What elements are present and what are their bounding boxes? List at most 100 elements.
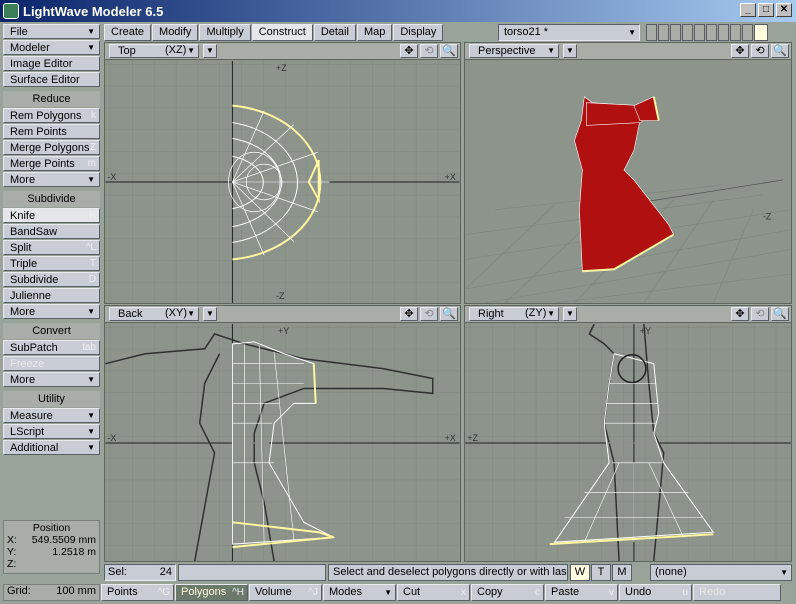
layer-button[interactable]	[742, 24, 753, 41]
move-view-icon[interactable]: ✥	[731, 307, 749, 321]
layer-button[interactable]	[658, 24, 669, 41]
texture-map-toggle[interactable]: T	[591, 564, 611, 581]
tab-detail[interactable]: Detail	[313, 24, 356, 41]
tool-tabs: Create Modify Multiply Construct Detail …	[104, 24, 444, 41]
merge-polygons-button[interactable]: Merge Polygons Z	[3, 140, 100, 155]
help-message: Select and deselect polygons directly or…	[328, 564, 568, 581]
merge-points-button[interactable]: Merge Points m	[3, 156, 100, 171]
viewport-right[interactable]: Right (ZY) ▼ ✥ ⟲ 🔍	[464, 305, 792, 562]
position-readout: Position X: 549.5509 mm Y: 1.2518 m Z:	[3, 520, 100, 574]
julienne-button[interactable]: Julienne	[3, 288, 100, 303]
tab-construct[interactable]: Construct	[251, 24, 313, 41]
viewport-axis: (XZ)	[165, 44, 187, 56]
copy-button[interactable]: Copy c	[471, 584, 544, 601]
move-view-icon[interactable]: ✥	[400, 307, 418, 321]
morph-map-toggle[interactable]: M	[612, 564, 632, 581]
split-button[interactable]: Split ^L	[3, 240, 100, 255]
tab-create[interactable]: Create	[104, 24, 152, 41]
rotate-view-icon[interactable]: ⟲	[751, 44, 769, 58]
cut-button[interactable]: Cut x	[397, 584, 470, 601]
tab-map[interactable]: Map	[356, 24, 393, 41]
zoom-view-icon[interactable]: 🔍	[440, 307, 458, 321]
vertex-map-select[interactable]: (none)	[650, 564, 792, 581]
viewport-options-menu[interactable]: ▼	[203, 44, 217, 58]
knife-button[interactable]: Knife K	[3, 208, 100, 223]
layer-button[interactable]	[646, 24, 657, 41]
layer-button[interactable]	[670, 24, 681, 41]
file-menu[interactable]: File	[3, 24, 100, 39]
rem-points-button[interactable]: Rem Points	[3, 124, 100, 139]
move-view-icon[interactable]: ✥	[731, 44, 749, 58]
title-bar: LightWave Modeler 6.5 _ □ ✕	[0, 0, 796, 22]
polygons-mode-button[interactable]: Polygons ^H	[175, 584, 248, 601]
weight-map-toggle[interactable]: W	[570, 564, 590, 581]
modes-menu[interactable]: Modes	[323, 584, 396, 601]
position-x: 549.5509 mm	[31, 534, 96, 546]
viewport-top-canvas[interactable]: +Z -X +X -Z	[105, 61, 460, 303]
viewport-options-menu[interactable]: ▼	[563, 307, 577, 321]
viewport-back-canvas[interactable]: +Y -X +X	[105, 324, 460, 561]
layer-button[interactable]	[694, 24, 705, 41]
viewport-top[interactable]: Top (XZ) ▼ ✥ ⟲ 🔍	[104, 42, 461, 304]
group-header-subdivide: Subdivide	[3, 191, 100, 207]
layer-button[interactable]	[682, 24, 693, 41]
image-editor-button[interactable]: Image Editor	[3, 56, 100, 71]
paste-button[interactable]: Paste v	[545, 584, 618, 601]
triple-button[interactable]: Triple T	[3, 256, 100, 271]
surface-editor-button[interactable]: Surface Editor	[3, 72, 100, 87]
viewport-perspective-canvas[interactable]: -Z	[465, 61, 791, 303]
points-mode-button[interactable]: Points ^G	[101, 584, 174, 601]
maximize-button[interactable]: □	[758, 3, 774, 17]
zoom-view-icon[interactable]: 🔍	[440, 44, 458, 58]
position-y: 1.2518 m	[52, 546, 96, 558]
position-z	[21, 558, 96, 570]
object-layer-select[interactable]: torso21 *	[498, 24, 640, 41]
volume-mode-button[interactable]: Volume ^J	[249, 584, 322, 601]
subpatch-button[interactable]: SubPatch tab	[3, 340, 100, 355]
group-header-utility: Utility	[3, 391, 100, 407]
bottom-toolbar: Grid: 100 mm Points ^G Polygons ^H Volume ^…	[3, 584, 792, 601]
bandsaw-button[interactable]: BandSaw	[3, 224, 100, 239]
zoom-view-icon[interactable]: 🔍	[771, 307, 789, 321]
lscript-menu[interactable]: LScript	[3, 424, 100, 439]
position-title: Position	[32, 522, 71, 534]
viewport-options-menu[interactable]: ▼	[203, 307, 217, 321]
undo-button[interactable]: Undo u	[619, 584, 692, 601]
tab-multiply[interactable]: Multiply	[199, 24, 251, 41]
axis-label-left: -X	[107, 433, 116, 443]
additional-menu[interactable]: Additional	[3, 440, 100, 455]
rotate-view-icon[interactable]: ⟲	[420, 44, 438, 58]
reduce-more-menu[interactable]: More	[3, 172, 100, 187]
viewport-right-canvas[interactable]: +Y +Z	[465, 324, 791, 561]
wtm-toggle-group: W T M	[570, 564, 632, 581]
viewport-view-select[interactable]: Perspective	[469, 44, 559, 58]
rotate-view-icon[interactable]: ⟲	[751, 307, 769, 321]
minimize-button[interactable]: _	[740, 3, 756, 17]
axis-label-top: +Y	[640, 326, 651, 336]
viewport-back[interactable]: Back (XY) ▼ ✥ ⟲ 🔍	[104, 305, 461, 562]
layer-button-current[interactable]	[754, 24, 768, 41]
convert-more-menu[interactable]: More	[3, 372, 100, 387]
axis-label-bottom: -Z	[276, 291, 285, 301]
rem-polygons-button[interactable]: Rem Polygons k	[3, 108, 100, 123]
layer-button[interactable]	[730, 24, 741, 41]
modeler-menu[interactable]: Modeler	[3, 40, 100, 55]
subdivide-more-menu[interactable]: More	[3, 304, 100, 319]
layer-button[interactable]	[706, 24, 717, 41]
tab-display[interactable]: Display	[393, 24, 444, 41]
zoom-view-icon[interactable]: 🔍	[771, 44, 789, 58]
axis-label-right: +X	[445, 172, 456, 182]
tab-modify[interactable]: Modify	[152, 24, 199, 41]
subdivide-button[interactable]: Subdivide D	[3, 272, 100, 287]
layer-button[interactable]	[718, 24, 729, 41]
measure-menu[interactable]: Measure	[3, 408, 100, 423]
viewport-options-menu[interactable]: ▼	[563, 44, 577, 58]
rotate-view-icon[interactable]: ⟲	[420, 307, 438, 321]
close-button[interactable]: ✕	[776, 3, 792, 17]
freeze-button[interactable]: Freeze	[3, 356, 100, 371]
redo-button[interactable]: Redo	[693, 584, 781, 601]
move-view-icon[interactable]: ✥	[400, 44, 418, 58]
viewport-perspective[interactable]: Perspective ▼ ✥ ⟲ 🔍	[464, 42, 792, 304]
viewport-axis: (XY)	[165, 307, 187, 319]
axis-label-top: +Z	[276, 63, 287, 73]
